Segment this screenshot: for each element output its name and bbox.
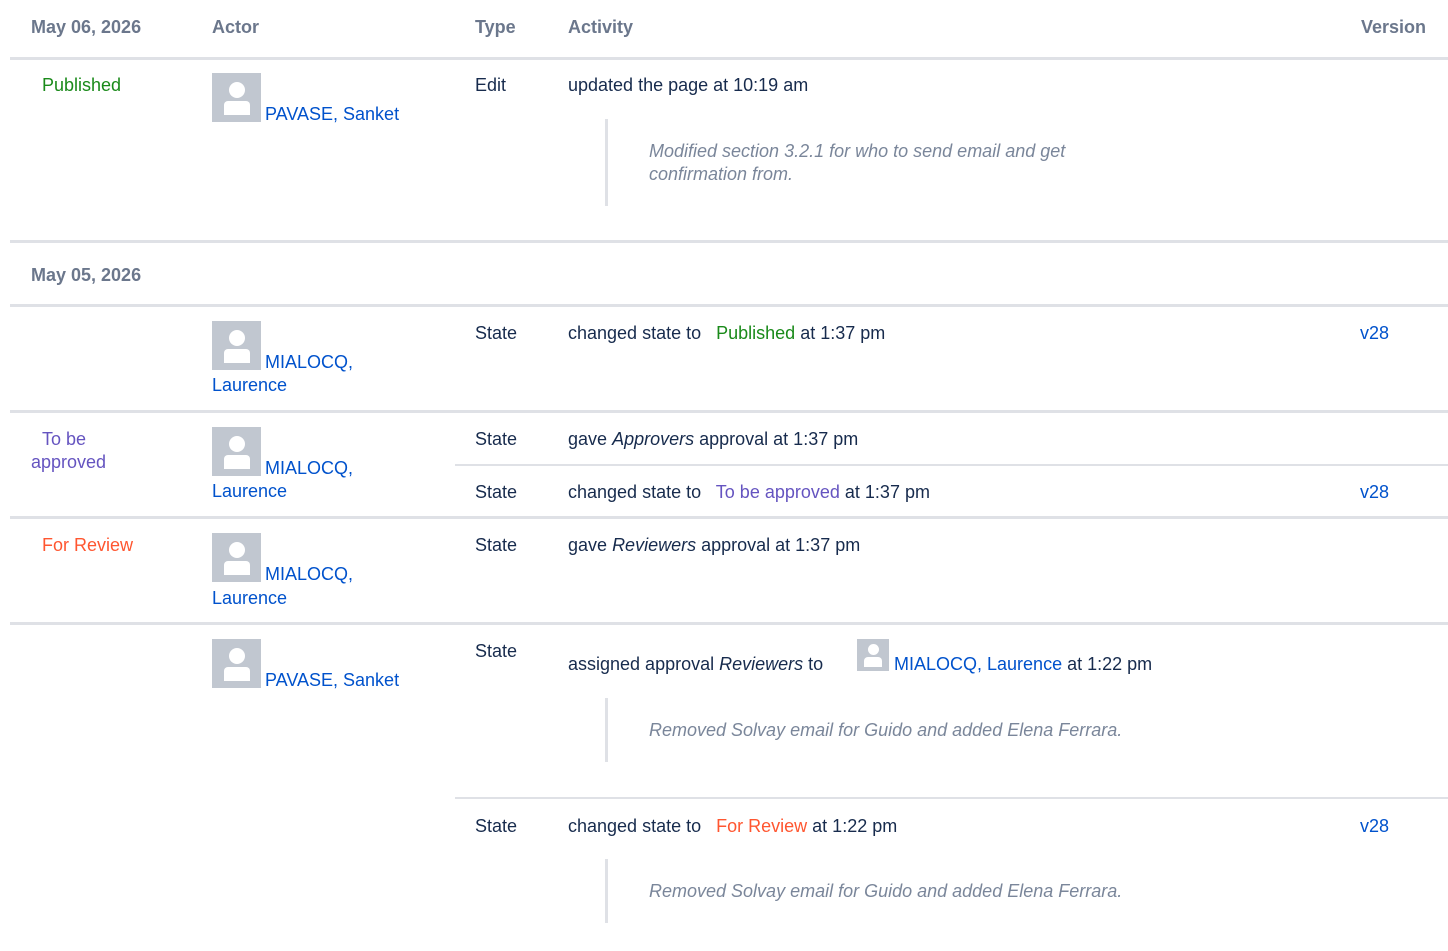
actor-link[interactable]: MIALOCQ, (265, 351, 353, 374)
user-avatar-icon[interactable] (212, 427, 261, 476)
divider (455, 464, 1448, 466)
actor-link[interactable]: Laurence (212, 480, 287, 503)
approval-role: Reviewers (719, 654, 804, 674)
activity-text: changed state to Published at 1:37 pm (568, 323, 885, 344)
assignee-activity: MIALOCQ, Laurence at 1:22 pm (894, 654, 1152, 675)
divider (10, 516, 1448, 519)
activity-prefix: gave (568, 535, 608, 555)
actor-column-header: Actor (212, 17, 260, 37)
state-label-for-review: For Review (716, 816, 808, 836)
user-avatar-icon[interactable] (857, 639, 889, 671)
activity-column-header: Activity (568, 17, 634, 37)
user-avatar-icon[interactable] (212, 321, 261, 370)
activity-suffix: at 1:37 pm (844, 482, 930, 502)
divider (10, 622, 1448, 625)
approval-role: Reviewers (612, 535, 697, 555)
user-avatar-icon[interactable] (212, 639, 261, 688)
date-header-may-06: May 06, 2026 (31, 17, 142, 37)
entry-type: State (475, 429, 518, 449)
entry-type: State (475, 535, 518, 555)
version-link[interactable]: v28 (1360, 323, 1389, 344)
activity-suffix: approval at 1:37 pm (699, 429, 859, 449)
entry-type: State (475, 641, 518, 661)
assignee-link[interactable]: MIALOCQ, Laurence (894, 654, 1062, 674)
actor-link[interactable]: MIALOCQ, (265, 457, 353, 480)
activity-suffix: at 1:22 pm (1067, 654, 1153, 674)
version-link[interactable]: v28 (1360, 816, 1389, 837)
change-comment: Removed Solvay email for Guido and added… (605, 859, 1225, 923)
activity-text: changed state to To be approved at 1:37 … (568, 482, 930, 503)
activity-suffix: approval at 1:37 pm (701, 535, 861, 555)
date-header-may-05: May 05, 2026 (31, 265, 142, 285)
activity-text: gave Approvers approval at 1:37 pm (568, 429, 858, 450)
user-avatar-icon[interactable] (212, 73, 261, 122)
actor-link[interactable]: PAVASE, Sanket (265, 103, 399, 126)
divider (10, 304, 1448, 307)
actor-link[interactable]: Laurence (212, 587, 287, 610)
change-comment: Removed Solvay email for Guido and added… (605, 698, 1225, 762)
activity-prefix: changed state to (568, 482, 702, 502)
activity-prefix: assigned approval (568, 654, 715, 674)
actor-link[interactable]: Laurence (212, 374, 287, 397)
version-link[interactable]: v28 (1360, 482, 1389, 503)
actor-link[interactable]: PAVASE, Sanket (265, 669, 399, 692)
state-label-for-review: For Review (42, 535, 134, 555)
state-label-published: Published (716, 323, 796, 343)
state-label-published: Published (42, 75, 122, 95)
activity-text: updated the page at 10:19 am (568, 75, 809, 95)
type-column-header: Type (475, 17, 516, 37)
entry-type: State (475, 323, 518, 343)
activity-text: assigned approval Reviewers to (568, 654, 823, 675)
activity-prefix: changed state to (568, 816, 702, 836)
activity-connector: to (808, 654, 824, 674)
activity-prefix: gave (568, 429, 608, 449)
version-column-header: Version (1361, 17, 1427, 37)
activity-suffix: at 1:37 pm (800, 323, 886, 343)
approval-role: Approvers (612, 429, 695, 449)
activity-text: gave Reviewers approval at 1:37 pm (568, 535, 860, 556)
state-label-to-be-approved: To be (42, 429, 87, 449)
divider (10, 240, 1448, 243)
activity-text: changed state to For Review at 1:22 pm (568, 816, 897, 837)
user-avatar-icon[interactable] (212, 533, 261, 582)
change-comment: Modified section 3.2.1 for who to send e… (605, 119, 1085, 206)
activity-suffix: at 1:22 pm (812, 816, 898, 836)
divider (10, 57, 1448, 60)
state-label-to-be-approved: To be approved (715, 482, 840, 502)
activity-prefix: changed state to (568, 323, 702, 343)
actor-link[interactable]: MIALOCQ, (265, 563, 353, 586)
entry-type: Edit (475, 75, 507, 95)
entry-type: State (475, 482, 518, 502)
divider (10, 410, 1448, 413)
state-label-to-be-approved: approved (31, 452, 107, 472)
entry-type: State (475, 816, 518, 836)
divider (455, 797, 1448, 799)
